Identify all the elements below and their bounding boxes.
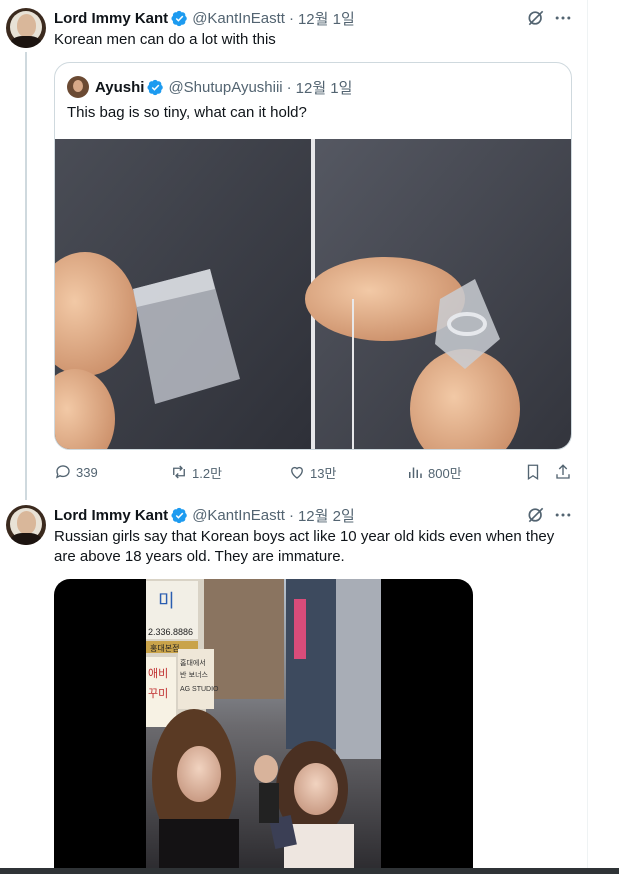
separator-dot: · xyxy=(288,506,294,524)
street-video-frame: 미 2.336.8886 홍대본점 애비 꾸미 홈대에서 반 보너스 AG ST… xyxy=(146,579,381,874)
quoted-timestamp[interactable]: 12월 1일 xyxy=(296,77,353,98)
verified-badge-icon xyxy=(147,79,164,95)
quoted-author-avatar[interactable] xyxy=(67,76,89,98)
sign-text: 미 xyxy=(158,591,175,612)
tweet-header: Lord Immy Kant @KantInEastt · 12월 2일 xyxy=(54,505,355,525)
author-avatar[interactable] xyxy=(6,505,46,545)
like-count: 13만 xyxy=(310,465,337,481)
quoted-author-name[interactable]: Ayushi xyxy=(95,79,144,96)
sign-text: 2.336.8886 xyxy=(148,627,193,637)
quoted-tweet-photo[interactable] xyxy=(55,139,571,449)
tweet-text: Russian girls say that Korean boys act l… xyxy=(54,527,584,567)
tweet-header: Lord Immy Kant @KantInEastt · 12월 1일 xyxy=(54,8,355,28)
separator-dot: · xyxy=(288,9,294,27)
tweet-text: Korean men can do a lot with this xyxy=(54,31,276,48)
like-button[interactable]: 13만 xyxy=(288,460,336,484)
quoted-tweet-header: Ayushi @ShutupAyushiii · 12월 1일 xyxy=(67,76,353,98)
sign-text: AG STUDIO xyxy=(180,686,219,693)
author-handle[interactable]: @KantInEastt xyxy=(192,507,285,524)
more-icon[interactable] xyxy=(553,505,573,525)
verified-badge-icon xyxy=(171,10,187,26)
tweet-text-line: Russian girls say that Korean boys act l… xyxy=(54,528,555,545)
tweet-text-line: are above 18 years old. They are immatur… xyxy=(54,548,345,565)
views-icon xyxy=(409,467,422,478)
separator-dot: · xyxy=(286,78,292,96)
like-icon xyxy=(291,466,303,479)
author-name[interactable]: Lord Immy Kant xyxy=(54,10,168,27)
bookmark-button[interactable] xyxy=(524,460,546,484)
grok-icon[interactable] xyxy=(526,8,546,28)
quoted-tweet[interactable]: Ayushi @ShutupAyushiii · 12월 1일 This bag… xyxy=(54,62,572,450)
author-name[interactable]: Lord Immy Kant xyxy=(54,507,168,524)
author-avatar[interactable] xyxy=(6,8,46,48)
timeline-feed: Lord Immy Kant @KantInEastt · 12월 1일 Kor… xyxy=(0,0,588,874)
sign-text: 꾸미 xyxy=(148,687,168,700)
tweet-video[interactable]: 미 2.336.8886 홍대본점 애비 꾸미 홈대에서 반 보너스 AG ST… xyxy=(54,579,473,874)
verified-badge-icon xyxy=(171,507,187,523)
reply-count: 339 xyxy=(76,464,98,480)
repost-count: 1.2만 xyxy=(192,465,223,481)
author-handle[interactable]: @KantInEastt xyxy=(192,10,285,27)
sign-text: 홈대에서 xyxy=(180,658,206,667)
repost-button[interactable]: 1.2만 xyxy=(170,460,222,484)
share-button[interactable] xyxy=(554,460,576,484)
repost-icon xyxy=(173,465,185,479)
share-icon xyxy=(556,464,570,479)
quoted-author-handle[interactable]: @ShutupAyushiii xyxy=(168,79,282,96)
sign-text: 애비 xyxy=(148,667,168,680)
reply-icon xyxy=(55,465,70,479)
views-button[interactable]: 800만 xyxy=(406,460,462,484)
bookmark-icon xyxy=(527,464,539,481)
sign-text: 홍대본점 xyxy=(150,643,179,653)
tweet-action-bar: 339 1.2만 13만 800만 xyxy=(54,460,574,484)
grok-icon[interactable] xyxy=(526,505,546,525)
tweet-timestamp[interactable]: 12월 1일 xyxy=(298,8,355,29)
sign-text: 반 보너스 xyxy=(180,670,209,679)
reply-button[interactable]: 339 xyxy=(54,460,98,484)
quoted-tweet-text: This bag is so tiny, what can it hold? xyxy=(67,104,307,121)
more-icon[interactable] xyxy=(553,8,573,28)
tweet-1[interactable]: Lord Immy Kant @KantInEastt · 12월 1일 Kor… xyxy=(0,0,588,500)
tweet-timestamp[interactable]: 12월 2일 xyxy=(298,505,355,526)
views-count: 800만 xyxy=(428,465,462,481)
thread-line xyxy=(25,52,27,500)
bag-photo-image xyxy=(55,139,571,449)
bottom-bar xyxy=(0,868,619,874)
